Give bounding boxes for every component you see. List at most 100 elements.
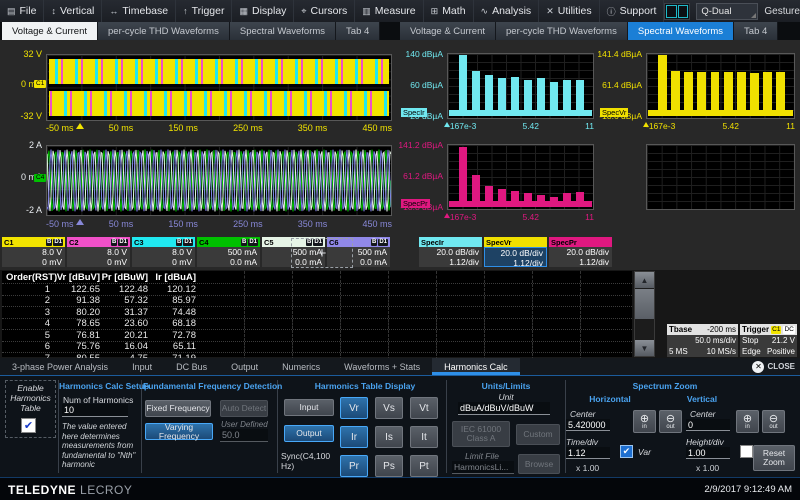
h-center-field[interactable]: 5.420000: [566, 419, 610, 431]
display-button-vr[interactable]: Vr: [340, 397, 368, 419]
num-harmonics-field[interactable]: 10: [62, 404, 128, 417]
channel-box-c1[interactable]: C1BD18.0 V0 mV: [2, 237, 65, 267]
add-trace-button[interactable]: +: [291, 238, 353, 268]
display-button-pt[interactable]: Pt: [410, 455, 438, 477]
menu-item-utilities[interactable]: ✕Utilities: [539, 0, 599, 22]
specir-spectrum-grid[interactable]: [447, 53, 594, 119]
column-header: Pr [dBuW]: [100, 272, 148, 283]
tab-tab-4[interactable]: Tab 4: [336, 22, 380, 40]
v-zoom-in-button[interactable]: ⊕ in: [736, 410, 759, 433]
tab-tab-4[interactable]: Tab 4: [734, 22, 778, 40]
menu-item-display[interactable]: ▦Display: [232, 0, 294, 22]
menu-item-measure[interactable]: ▥Measure: [355, 0, 423, 22]
menu-item-support[interactable]: ⓘSupport: [600, 0, 665, 22]
wf1-trigger-marker[interactable]: [76, 123, 84, 129]
scroll-up-button[interactable]: ▲: [635, 272, 654, 288]
dialog-tab-harmonics-calc[interactable]: Harmonics Calc: [432, 358, 520, 375]
h-zoom-out-button[interactable]: ⊖ out: [659, 410, 682, 433]
menu-item-file[interactable]: ▤File: [0, 0, 44, 22]
empty-cell: [244, 319, 292, 330]
table-scrollbar[interactable]: ▲ ▼: [634, 271, 655, 357]
menu-item-math[interactable]: ⊞Math: [424, 0, 474, 22]
v-scale-field[interactable]: 1.00: [686, 447, 730, 459]
iec-class-a-button[interactable]: IEC 61000 Class A: [452, 421, 510, 447]
reset-zoom-button[interactable]: Reset Zoom: [753, 445, 795, 471]
enable-harmonics-checkbox[interactable]: ✔: [21, 418, 36, 433]
specpr-spectrum-grid[interactable]: [447, 144, 594, 210]
v-center-field[interactable]: 0: [686, 419, 730, 431]
menu-item-trigger[interactable]: ↑Trigger: [176, 0, 232, 22]
spec-box-specir[interactable]: SpecIr20.0 dB/div1.12/div: [419, 237, 482, 267]
v-var-checkbox[interactable]: [740, 445, 753, 458]
channel-marker-c1[interactable]: C1: [34, 80, 46, 88]
h-scale-field[interactable]: 1.12: [566, 447, 610, 459]
varying-frequency-button[interactable]: Varying Frequency: [145, 423, 213, 440]
spec-box-specvr[interactable]: SpecVr20.0 dB/div1.12/div: [484, 237, 547, 267]
channel-box-c4[interactable]: C4BD1500 mA0.0 mA: [197, 237, 260, 267]
tab-per-cycle-thd-waveforms[interactable]: per-cycle THD Waveforms: [98, 22, 230, 40]
menu-item-cursors[interactable]: ⌖Cursors: [294, 0, 355, 22]
scroll-down-button[interactable]: ▼: [635, 340, 654, 356]
menu-item-timebase[interactable]: ↔Timebase: [102, 0, 176, 22]
v-zoom-out-button[interactable]: ⊖ out: [762, 410, 785, 433]
wf2-trigger-marker[interactable]: [76, 219, 84, 225]
menu-item-vertical[interactable]: ↕Vertical: [44, 0, 102, 22]
tab-voltage-current[interactable]: Voltage & Current: [2, 22, 98, 40]
unit-select[interactable]: dBuA/dBuV/dBuW: [458, 402, 550, 415]
dialog-tab-waveforms-stats[interactable]: Waveforms + Stats: [332, 358, 432, 375]
h-zoom-in-button[interactable]: ⊕ in: [633, 410, 656, 433]
empty-cell: [580, 307, 628, 318]
limit-file-field[interactable]: HarmonicsLi...: [452, 461, 514, 474]
specvr-spectrum-grid[interactable]: [646, 53, 795, 119]
channel-box-c3[interactable]: C3BD18.0 V0 mV: [132, 237, 195, 267]
channel-marker-c4[interactable]: C4: [34, 174, 46, 182]
grid-mode-select[interactable]: Q-Dual: [696, 3, 758, 20]
tab-spectral-waveforms[interactable]: Spectral Waveforms: [628, 22, 734, 40]
display-button-ps[interactable]: Ps: [375, 455, 403, 477]
specvr-badge[interactable]: SpecVr: [600, 108, 628, 117]
display-button-vs[interactable]: Vs: [375, 397, 403, 419]
display-button-vt[interactable]: Vt: [410, 397, 438, 419]
trigger-box[interactable]: Trigger C1 DC Stop 21.2 V Edge Positive: [740, 324, 797, 357]
menu-item-analysis[interactable]: ∿Analysis: [474, 0, 540, 22]
custom-button[interactable]: Custom: [516, 424, 560, 445]
specir-marker[interactable]: [444, 122, 450, 127]
browse-button[interactable]: Browse: [518, 454, 560, 474]
timebase-box[interactable]: Tbase -200 ms 50.0 ms/div 5 MS 10 MS/s: [667, 324, 738, 357]
output-button[interactable]: Output: [284, 425, 334, 442]
specvr-marker[interactable]: [643, 122, 649, 127]
fixed-frequency-button[interactable]: Fixed Frequency: [145, 400, 211, 417]
spectrum-bar: [684, 72, 693, 116]
specpr-badge[interactable]: SpecPr: [401, 199, 430, 208]
empty-spectrum-grid[interactable]: [646, 144, 795, 210]
input-button[interactable]: Input: [284, 399, 334, 416]
dialog-tab-3-phase-power-analysis[interactable]: 3-phase Power Analysis: [0, 358, 120, 375]
display-mode-icon[interactable]: [664, 3, 690, 20]
display-button-pr[interactable]: Pr: [340, 455, 368, 477]
tab-spectral-waveforms[interactable]: Spectral Waveforms: [230, 22, 336, 40]
tab-voltage-current[interactable]: Voltage & Current: [400, 22, 496, 40]
current-waveform-grid[interactable]: [46, 145, 392, 216]
channel-box-c2[interactable]: C2BD18.0 V0 mV: [67, 237, 130, 267]
dialog-tab-output[interactable]: Output: [219, 358, 270, 375]
scroll-thumb[interactable]: [635, 289, 654, 319]
h-var-checkbox[interactable]: ✔: [620, 445, 633, 458]
display-button-ir[interactable]: Ir: [340, 426, 368, 448]
table-cell: 4: [2, 318, 52, 329]
display-button-is[interactable]: Is: [375, 426, 403, 448]
dialog-tab-dc-bus[interactable]: DC Bus: [164, 358, 219, 375]
menu-item-label: Trigger: [192, 5, 225, 17]
specir-badge[interactable]: SpecIr: [401, 108, 427, 117]
auto-detect-button[interactable]: Auto Detect: [220, 400, 268, 417]
dialog-tab-input[interactable]: Input: [120, 358, 164, 375]
channel-badges: BD1: [111, 239, 128, 246]
user-defined-field[interactable]: 50.0: [220, 429, 268, 442]
display-button-it[interactable]: It: [410, 426, 438, 448]
dialog-close-button[interactable]: ✕CLOSE: [752, 358, 800, 375]
dialog-tab-numerics[interactable]: Numerics: [270, 358, 332, 375]
specpr-marker[interactable]: [444, 213, 450, 218]
tab-per-cycle-thd-waveforms[interactable]: per-cycle THD Waveforms: [496, 22, 628, 40]
empty-cell: [244, 342, 292, 353]
spec-box-specpr[interactable]: SpecPr20.0 dB/div1.12/div: [549, 237, 612, 267]
voltage-waveform-grid[interactable]: [46, 54, 392, 121]
